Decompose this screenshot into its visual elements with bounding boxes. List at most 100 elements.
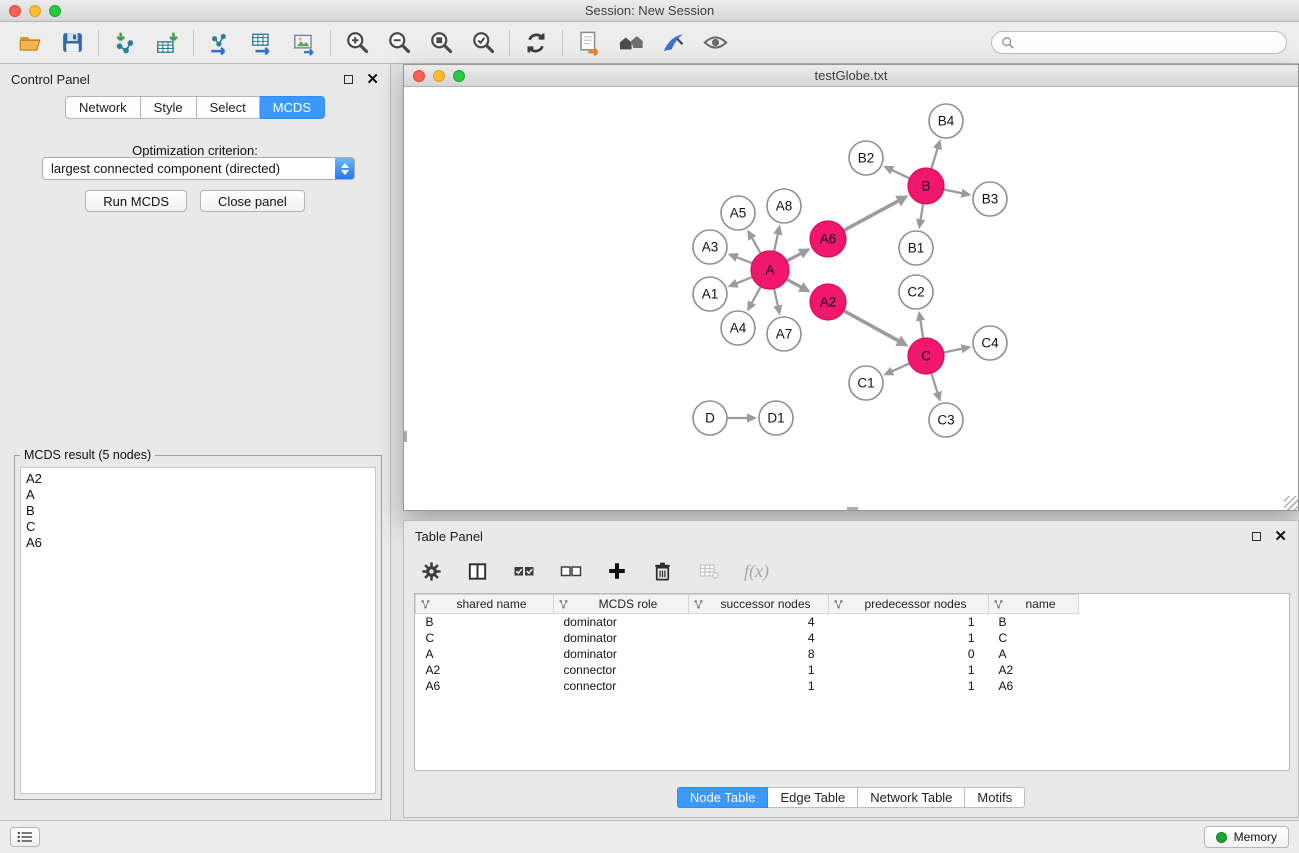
table-cell[interactable]: connector [554,662,689,678]
table-cell[interactable]: 1 [689,662,829,678]
deselect-all-button[interactable] [559,559,583,583]
table-cell[interactable]: dominator [554,614,689,630]
mcds-result-list[interactable]: A2ABCA6 [20,467,376,794]
import-network-button[interactable] [107,26,143,60]
tab-mcds[interactable]: MCDS [260,96,325,119]
zoom-window-button[interactable] [49,5,61,17]
annotation-button[interactable] [655,26,691,60]
network-edge[interactable] [774,233,778,251]
column-header-name[interactable]: name [989,595,1079,614]
result-item[interactable]: C [26,519,370,535]
network-node-A5[interactable]: A5 [721,196,755,230]
show-all-button[interactable] [613,26,649,60]
network-edge[interactable] [844,311,899,341]
network-edge[interactable] [774,289,778,307]
column-header-mcds-role[interactable]: MCDS role [554,595,689,614]
network-edge[interactable] [736,277,752,283]
table-row[interactable]: A2connector11A2 [416,662,1079,678]
export-table-button[interactable] [244,26,280,60]
network-node-B3[interactable]: B3 [973,182,1007,216]
network-node-B2[interactable]: B2 [849,141,883,175]
table-cell[interactable]: dominator [554,630,689,646]
table-cell[interactable]: A6 [416,678,554,694]
create-column-button[interactable] [606,560,628,582]
close-table-panel-icon[interactable]: ✕ [1274,532,1287,541]
import-table-button[interactable] [149,26,185,60]
table-row[interactable]: Bdominator41B [416,614,1079,630]
table-cell[interactable]: B [989,614,1079,630]
delete-column-button[interactable] [651,560,674,583]
show-column-button[interactable] [466,560,489,583]
network-edge[interactable] [892,364,910,372]
network-node-C4[interactable]: C4 [973,326,1007,360]
export-network-button[interactable] [202,26,238,60]
table-cell[interactable]: A6 [989,678,1079,694]
table-cell[interactable]: 4 [689,614,829,630]
close-window-button[interactable] [9,5,21,17]
network-node-A3[interactable]: A3 [693,230,727,264]
tab-style[interactable]: Style [141,96,197,119]
bottom-scroll-tick[interactable] [847,507,858,510]
table-cell[interactable]: A2 [989,662,1079,678]
table-row[interactable]: Adominator80A [416,646,1079,662]
network-edge[interactable] [891,170,909,178]
result-item[interactable]: B [26,503,370,519]
result-item[interactable]: A [26,487,370,503]
table-cell[interactable]: A [416,646,554,662]
network-edge[interactable] [736,257,752,263]
table-cell[interactable]: A [989,646,1079,662]
network-edge[interactable] [920,320,923,338]
result-item[interactable]: A6 [26,535,370,551]
column-header-successor-nodes[interactable]: successor nodes [689,595,829,614]
network-node-A4[interactable]: A4 [721,311,755,345]
network-edge[interactable] [931,148,937,169]
network-node-A2[interactable]: A2 [810,284,846,320]
network-edge[interactable] [944,349,962,353]
network-node-C1[interactable]: C1 [849,366,883,400]
memory-button[interactable]: Memory [1204,826,1289,848]
network-edge[interactable] [920,204,923,220]
network-edge[interactable] [932,374,938,394]
network-edge[interactable] [752,237,761,253]
network-node-A6[interactable]: A6 [810,221,846,257]
table-cell[interactable]: 1 [829,614,989,630]
task-history-button[interactable] [10,827,40,847]
tab-edge-table[interactable]: Edge Table [768,787,858,808]
run-mcds-button[interactable]: Run MCDS [85,190,187,212]
network-edge[interactable] [944,190,962,194]
network-node-B1[interactable]: B1 [899,231,933,265]
left-scroll-tick[interactable] [404,431,407,442]
network-edge[interactable] [752,287,761,303]
network-canvas[interactable]: B4B2BB3A8A5A6A3B1AA1C2A2A4A7C4CC1C3DD1 [404,87,1298,510]
network-zoom-button[interactable] [453,70,465,82]
network-edge[interactable] [844,201,899,231]
result-item[interactable]: A2 [26,471,370,487]
table-cell[interactable]: 1 [829,630,989,646]
zoom-out-button[interactable] [381,26,417,60]
table-cell[interactable]: dominator [554,646,689,662]
zoom-in-button[interactable] [339,26,375,60]
network-node-A8[interactable]: A8 [767,189,801,223]
table-settings-button[interactable] [420,560,443,583]
float-panel-icon[interactable] [344,75,353,84]
network-window-titlebar[interactable]: testGlobe.txt [404,65,1298,87]
optimization-criterion-dropdown[interactable]: largest connected component (directed) [42,157,355,180]
table-cell[interactable]: 1 [829,662,989,678]
network-node-C[interactable]: C [908,338,944,374]
network-node-D1[interactable]: D1 [759,401,793,435]
table-cell[interactable]: C [416,630,554,646]
tab-motifs[interactable]: Motifs [965,787,1025,808]
network-node-A1[interactable]: A1 [693,277,727,311]
column-header-shared-name[interactable]: shared name [416,595,554,614]
column-header-predecessor-nodes[interactable]: predecessor nodes [829,595,989,614]
zoom-fit-button[interactable] [423,26,459,60]
table-cell[interactable]: 1 [689,678,829,694]
node-table[interactable]: shared nameMCDS rolesuccessor nodesprede… [414,593,1290,771]
close-panel-button[interactable]: Close panel [200,190,305,212]
minimize-window-button[interactable] [29,5,41,17]
export-image-button[interactable] [286,26,322,60]
show-hide-button[interactable] [697,26,733,60]
network-edge[interactable] [787,279,802,287]
zoom-selected-button[interactable] [465,26,501,60]
table-cell[interactable]: A2 [416,662,554,678]
